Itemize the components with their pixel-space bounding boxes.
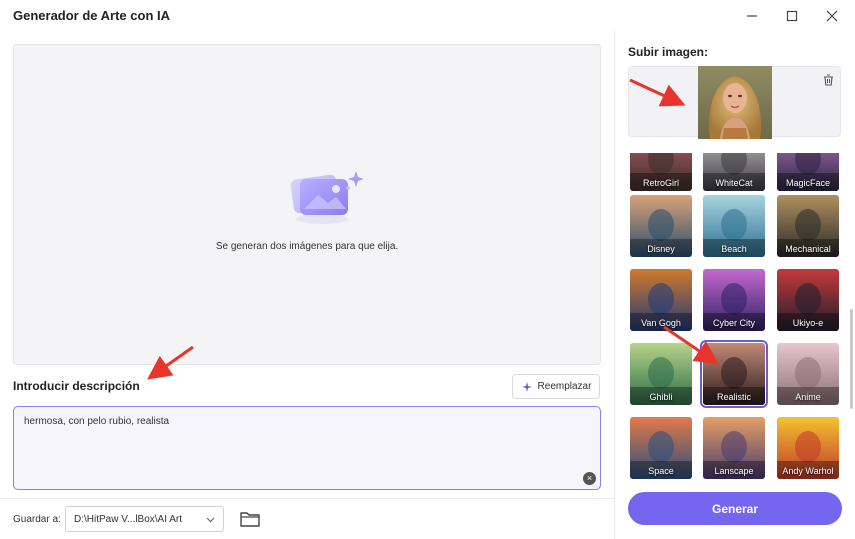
style-option-retrogirl[interactable]: RetroGirl [630, 153, 692, 191]
description-title: Introducir descripción [13, 379, 140, 393]
generate-button[interactable]: Generar [628, 492, 842, 525]
style-label: RetroGirl [642, 178, 679, 188]
style-option-ghibli[interactable]: Ghibli [630, 343, 692, 405]
style-option-space[interactable]: Space [630, 417, 692, 479]
style-label: Ukiyo-e [792, 318, 824, 328]
minimize-icon[interactable] [742, 6, 762, 26]
divider [0, 498, 614, 499]
trash-icon[interactable] [823, 73, 834, 91]
folder-icon[interactable] [239, 510, 261, 528]
style-option-whitecat[interactable]: WhiteCat [703, 153, 765, 191]
style-option-beach[interactable]: Beach [703, 195, 765, 257]
images-icon [290, 167, 370, 232]
style-option-van-gogh[interactable]: Van Gogh [630, 269, 692, 331]
description-input[interactable]: hermosa, con pelo rubio, realista × [13, 406, 601, 490]
uploaded-image [698, 66, 772, 139]
style-option-mechanical[interactable]: Mechanical [777, 195, 839, 257]
replace-label: Reemplazar [537, 381, 592, 392]
style-option-realistic[interactable]: Realistic [700, 340, 768, 408]
replace-button[interactable]: Reemplazar [512, 374, 600, 399]
style-option-lanscape[interactable]: Lanscape [703, 417, 765, 479]
right-panel: Subir imagen: RetroGirl WhiteCat MagicFa… [615, 31, 855, 539]
style-label: Cyber City [712, 318, 755, 328]
title-bar: Generador de Arte con IA [0, 0, 855, 31]
maximize-icon[interactable] [782, 6, 802, 26]
style-option-ukiyo-e[interactable]: Ukiyo-e [777, 269, 839, 331]
style-label: Anime [795, 392, 821, 402]
style-label: Realistic [716, 392, 751, 402]
style-label: Beach [721, 244, 747, 254]
style-option-andy-warhol[interactable]: Andy Warhol [777, 417, 839, 479]
upload-title: Subir imagen: [628, 45, 709, 59]
preview-area: Se generan dos imágenes para que elija. [13, 44, 601, 365]
window-title: Generador de Arte con IA [13, 8, 170, 23]
style-label: Andy Warhol [782, 466, 834, 476]
sparkle-icon [521, 381, 532, 392]
scrollbar[interactable] [850, 309, 853, 409]
style-label: MagicFace [785, 178, 830, 188]
style-label: Disney [647, 244, 675, 254]
style-label: Space [648, 466, 674, 476]
style-option-disney[interactable]: Disney [630, 195, 692, 257]
description-value: hermosa, con pelo rubio, realista [24, 416, 170, 427]
upload-area[interactable] [628, 66, 841, 139]
save-label: Guardar a: [13, 514, 61, 525]
style-label: Mechanical [785, 244, 831, 254]
save-path-value: D:\HitPaw V...lBox\AI Art [74, 514, 183, 525]
chevron-down-icon [206, 517, 215, 523]
style-option-magicface[interactable]: MagicFace [777, 153, 839, 191]
close-icon[interactable] [822, 6, 842, 26]
style-label: Van Gogh [641, 318, 681, 328]
style-label: WhiteCat [715, 178, 753, 188]
style-option-cyber-city[interactable]: Cyber City [703, 269, 765, 331]
save-path-select[interactable]: D:\HitPaw V...lBox\AI Art [65, 506, 224, 532]
style-option-anime[interactable]: Anime [777, 343, 839, 405]
clear-text-icon[interactable]: × [583, 472, 596, 485]
style-label: Ghibli [649, 392, 673, 402]
preview-hint: Se generan dos imágenes para que elija. [215, 241, 399, 252]
style-grid: RetroGirl WhiteCat MagicFace Disney Beach Mec… [615, 153, 855, 483]
style-label: Lanscape [714, 466, 754, 476]
